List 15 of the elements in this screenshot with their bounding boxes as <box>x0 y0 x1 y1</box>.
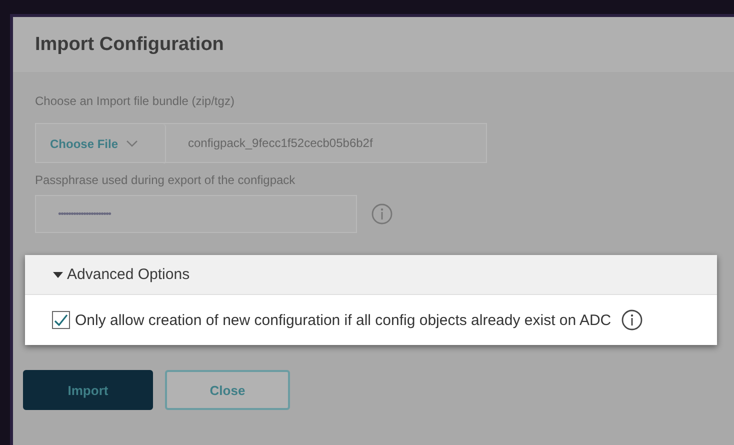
advanced-options-toggle[interactable]: Advanced Options <box>25 255 717 295</box>
file-name: configpack_9fecc1f52cecb05b6b2f <box>187 135 373 152</box>
option-label: Only allow creation of new configuration if all config objects already exist on ADC <box>75 312 612 328</box>
choose-file-button[interactable]: Choose File <box>36 124 166 164</box>
caret-down-icon <box>53 272 63 278</box>
passphrase-field[interactable]: ••••••••••••••••••••• <box>35 195 357 233</box>
checkbox[interactable] <box>52 311 70 329</box>
info-icon[interactable] <box>621 309 644 331</box>
field-label: Passphrase used during export of the configpack <box>35 173 296 187</box>
dialog-title: Import Configuration <box>35 34 224 56</box>
file-picker[interactable]: Choose File configpack_9fecc1f52cecb05b6b2f <box>35 123 487 163</box>
field-label: Choose an Import file bundle (zip/tgz) <box>35 94 236 108</box>
close-button[interactable]: Close <box>165 370 290 410</box>
import-button[interactable]: Import <box>23 370 153 410</box>
chevron-down-icon <box>126 140 138 148</box>
